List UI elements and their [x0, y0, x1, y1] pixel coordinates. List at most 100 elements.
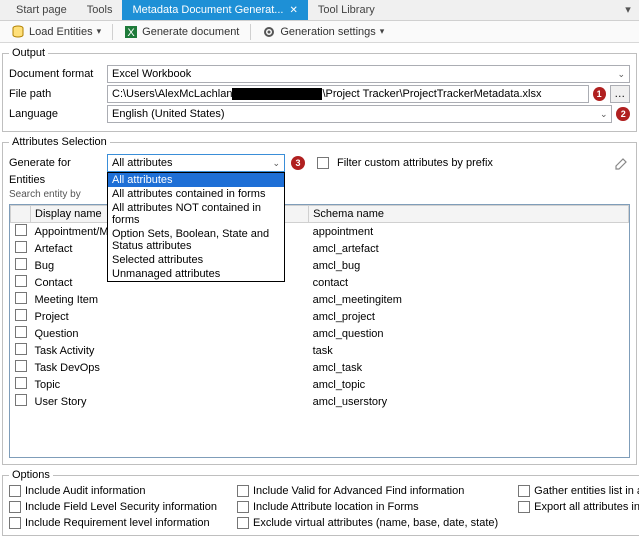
entities-table: Display name Schema name Appointment/Mee… [10, 205, 629, 410]
toolbar: Load Entities ▾ X Generate document Gene… [0, 21, 639, 43]
cell-schema-name: amcl_bug [309, 257, 629, 274]
chevron-down-icon: ⌄ [268, 158, 280, 169]
option-gather-summary[interactable]: Gather entities list in a summary (Excel… [518, 485, 639, 497]
row-checkbox[interactable] [15, 309, 27, 321]
table-row[interactable]: User Storyamcl_userstory [11, 393, 629, 410]
option-exclude-virtual[interactable]: Exclude virtual attributes (name, base, … [237, 517, 498, 529]
entities-label: Entities [9, 174, 101, 186]
options-group: Options Include Audit information Includ… [2, 469, 639, 536]
row-checkbox[interactable] [15, 326, 27, 338]
file-path-input[interactable]: C:\Users\AlexMcLachlan\Project Tracker\P… [107, 85, 589, 103]
cell-schema-name: amcl_artefact [309, 240, 629, 257]
tab-tools[interactable]: Tools [77, 0, 123, 20]
toolbar-separator [250, 24, 251, 40]
load-entities-button[interactable]: Load Entities ▾ [4, 23, 108, 41]
tab-overflow-button[interactable]: ▾ [621, 2, 635, 16]
tab-bar: Start page Tools Metadata Document Gener… [0, 0, 639, 21]
option-field-security[interactable]: Include Field Level Security information [9, 501, 217, 513]
tab-close-icon[interactable]: ✕ [289, 5, 297, 16]
row-checkbox[interactable] [15, 343, 27, 355]
cell-display-name: Task DevOps [31, 359, 309, 376]
filter-prefix-label: Filter custom attributes by prefix [337, 157, 493, 169]
cell-display-name: User Story [31, 393, 309, 410]
attributes-group: Attributes Selection Generate for All at… [2, 136, 637, 465]
cell-display-name: Task Activity [31, 342, 309, 359]
generate-document-button[interactable]: X Generate document [117, 23, 246, 41]
option-export-one-sheet[interactable]: Export all attributes in one sheet (Exce… [518, 501, 639, 513]
table-row[interactable]: Bugamcl_bug [11, 257, 629, 274]
tab-metadata-generator[interactable]: Metadata Document Generat...✕ [122, 0, 307, 20]
tab-start-page[interactable]: Start page [6, 0, 77, 20]
option-valid-advanced-find[interactable]: Include Valid for Advanced Find informat… [237, 485, 498, 497]
dropdown-option[interactable]: All attributes NOT contained in forms [108, 201, 284, 227]
language-label: Language [9, 108, 101, 120]
row-checkbox[interactable] [15, 241, 27, 253]
cell-schema-name: appointment [309, 223, 629, 241]
output-group: Output Document format Excel Workbook⌄ F… [2, 47, 637, 132]
row-checkbox[interactable] [15, 292, 27, 304]
chevron-down-icon: ⌄ [596, 109, 608, 120]
language-select[interactable]: English (United States)⌄ [107, 105, 612, 123]
chevron-down-icon: ⌄ [613, 69, 625, 80]
cell-display-name: Meeting Item [31, 291, 309, 308]
browse-file-button[interactable]: … [610, 85, 630, 103]
edit-icon[interactable] [614, 155, 630, 171]
row-checkbox[interactable] [15, 360, 27, 372]
cell-schema-name: task [309, 342, 629, 359]
caret-down-icon: ▾ [380, 26, 385, 37]
cell-schema-name: amcl_task [309, 359, 629, 376]
dropdown-option[interactable]: All attributes [108, 173, 284, 187]
filter-prefix-checkbox[interactable] [317, 157, 329, 169]
table-row[interactable]: Task Activitytask [11, 342, 629, 359]
row-checkbox[interactable] [15, 377, 27, 389]
cell-schema-name: amcl_userstory [309, 393, 629, 410]
cell-display-name: Question [31, 325, 309, 342]
document-format-select[interactable]: Excel Workbook⌄ [107, 65, 630, 83]
file-path-label: File path [9, 88, 101, 100]
dropdown-option[interactable]: Unmanaged attributes [108, 267, 284, 281]
document-format-label: Document format [9, 68, 101, 80]
option-audit[interactable]: Include Audit information [9, 485, 217, 497]
annotation-badge-3: 3 [291, 156, 305, 170]
svg-text:X: X [127, 27, 135, 39]
cell-display-name: Topic [31, 376, 309, 393]
option-requirement-level[interactable]: Include Requirement level information [9, 517, 217, 529]
table-row[interactable]: Appointment/Meetingappointment [11, 223, 629, 241]
cell-schema-name: amcl_meetingitem [309, 291, 629, 308]
row-checkbox[interactable] [15, 258, 27, 270]
table-row[interactable]: Artefactamcl_artefact [11, 240, 629, 257]
annotation-badge-1: 1 [593, 87, 606, 101]
gear-icon [262, 25, 276, 39]
row-checkbox[interactable] [15, 275, 27, 287]
generation-settings-button[interactable]: Generation settings ▾ [255, 23, 391, 41]
caret-down-icon: ▾ [97, 26, 102, 37]
option-attribute-location[interactable]: Include Attribute location in Forms [237, 501, 498, 513]
entities-table-container[interactable]: Display name Schema name Appointment/Mee… [9, 204, 630, 458]
dropdown-option[interactable]: Selected attributes [108, 253, 284, 267]
dropdown-option[interactable]: All attributes contained in forms [108, 187, 284, 201]
database-icon [11, 25, 25, 39]
table-row[interactable]: Topicamcl_topic [11, 376, 629, 393]
excel-icon: X [124, 25, 138, 39]
dropdown-option[interactable]: Option Sets, Boolean, State and Status a… [108, 227, 284, 253]
column-schema-name[interactable]: Schema name [309, 206, 629, 223]
toolbar-separator [112, 24, 113, 40]
redacted-segment [232, 88, 322, 100]
options-legend: Options [9, 469, 53, 481]
table-row[interactable]: Meeting Itemamcl_meetingitem [11, 291, 629, 308]
table-row[interactable]: Questionamcl_question [11, 325, 629, 342]
cell-display-name: Project [31, 308, 309, 325]
row-checkbox[interactable] [15, 394, 27, 406]
table-row[interactable]: Contactcontact [11, 274, 629, 291]
table-row[interactable]: Projectamcl_project [11, 308, 629, 325]
cell-schema-name: contact [309, 274, 629, 291]
row-checkbox[interactable] [15, 224, 27, 236]
table-row[interactable]: Task DevOpsamcl_task [11, 359, 629, 376]
cell-schema-name: amcl_question [309, 325, 629, 342]
generate-for-select[interactable]: All attributes⌄ [107, 154, 285, 172]
search-entity-label: Search entity by [9, 189, 101, 200]
cell-schema-name: amcl_project [309, 308, 629, 325]
generate-for-dropdown: All attributes All attributes contained … [107, 172, 285, 282]
cell-schema-name: amcl_topic [309, 376, 629, 393]
tab-tool-library[interactable]: Tool Library [308, 0, 385, 20]
